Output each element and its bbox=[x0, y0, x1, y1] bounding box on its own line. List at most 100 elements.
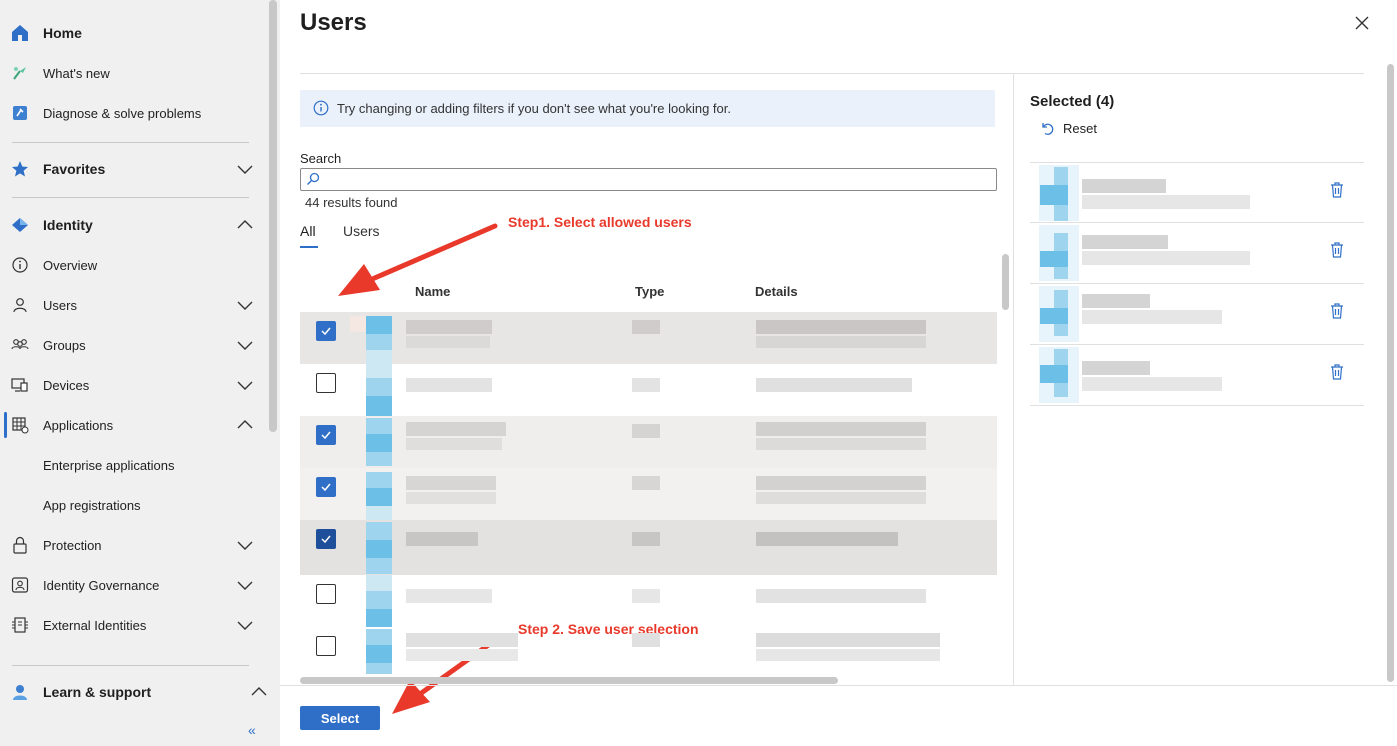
blurred-details bbox=[756, 422, 926, 436]
info-banner: Try changing or adding filters if you do… bbox=[300, 90, 995, 127]
blurred-name bbox=[406, 476, 496, 490]
devices-icon bbox=[10, 375, 30, 395]
blurred-avatar bbox=[1040, 251, 1068, 267]
footer-divider bbox=[280, 685, 1397, 686]
reset-button[interactable]: Reset bbox=[1039, 120, 1097, 136]
sidebar-item-enterprise-applications[interactable]: Enterprise applications bbox=[0, 445, 268, 485]
row-checkbox[interactable] bbox=[316, 636, 336, 656]
column-header-name[interactable]: Name bbox=[415, 284, 450, 299]
table-horizontal-scrollbar[interactable] bbox=[300, 677, 838, 684]
blurred-details bbox=[756, 438, 926, 450]
sidebar-item-identity[interactable]: Identity bbox=[0, 205, 268, 245]
blurred-avatar bbox=[366, 334, 392, 350]
blurred-avatar bbox=[1054, 205, 1068, 221]
blurred-type bbox=[632, 589, 660, 603]
column-header-type[interactable]: Type bbox=[635, 284, 664, 299]
row-checkbox[interactable] bbox=[316, 477, 336, 497]
blurred-avatar bbox=[366, 663, 392, 674]
info-text: Try changing or adding filters if you do… bbox=[337, 101, 731, 116]
panel-scrollbar[interactable] bbox=[1387, 64, 1394, 682]
row-checkbox[interactable] bbox=[316, 321, 336, 341]
blurred-avatar bbox=[1040, 185, 1068, 205]
sidebar-item-learn-support[interactable]: Learn & support bbox=[0, 672, 268, 712]
sidebar-item-protection[interactable]: Protection bbox=[0, 525, 268, 565]
blurred-name bbox=[1082, 294, 1150, 308]
blurred-details bbox=[756, 320, 926, 334]
column-header-details[interactable]: Details bbox=[755, 284, 798, 299]
sidebar-item-whats-new[interactable]: What's new bbox=[0, 53, 268, 93]
table-row[interactable] bbox=[300, 575, 997, 627]
sidebar-item-diagnose[interactable]: Diagnose & solve problems bbox=[0, 93, 268, 133]
sidebar-item-label: Favorites bbox=[43, 161, 106, 177]
close-icon[interactable] bbox=[1353, 14, 1371, 32]
undo-icon bbox=[1042, 123, 1054, 135]
row-checkbox[interactable] bbox=[316, 373, 336, 393]
table-row[interactable] bbox=[300, 520, 997, 575]
sidebar-item-label: Applications bbox=[43, 417, 114, 433]
sidebar-item-favorites[interactable]: Favorites bbox=[0, 149, 268, 189]
blurred-name bbox=[406, 320, 492, 334]
row-checkbox[interactable] bbox=[316, 529, 336, 549]
blurred-name bbox=[1082, 361, 1150, 375]
selected-count-heading: Selected (4) bbox=[1030, 93, 1115, 110]
sidebar-item-app-registrations[interactable]: App registrations bbox=[0, 485, 268, 525]
sidebar-item-home[interactable]: Home bbox=[0, 13, 268, 53]
blurred-avatar bbox=[1040, 308, 1068, 324]
governance-icon bbox=[10, 575, 30, 595]
blurred-name bbox=[406, 532, 478, 546]
table-row[interactable] bbox=[300, 416, 997, 468]
sidebar-item-identity-governance[interactable]: Identity Governance bbox=[0, 565, 268, 605]
row-checkbox[interactable] bbox=[316, 584, 336, 604]
blurred-details bbox=[756, 649, 940, 661]
sidebar-item-applications[interactable]: Applications bbox=[0, 405, 268, 445]
selected-user-item bbox=[1030, 345, 1364, 406]
blurred-name bbox=[406, 649, 518, 661]
sidebar-item-groups[interactable]: Groups bbox=[0, 325, 268, 365]
lock-icon bbox=[10, 535, 30, 555]
table-vertical-scrollbar[interactable] bbox=[1002, 254, 1009, 310]
blurred-type bbox=[632, 532, 660, 546]
sidebar-item-label: Learn & support bbox=[43, 684, 152, 700]
blurred-avatar bbox=[366, 418, 392, 434]
select-button[interactable]: Select bbox=[300, 706, 380, 730]
table-row[interactable] bbox=[300, 627, 997, 674]
table-row[interactable] bbox=[300, 468, 997, 520]
blurred-email bbox=[1082, 310, 1222, 324]
blurred-email bbox=[1082, 377, 1222, 391]
delete-icon[interactable] bbox=[1329, 302, 1345, 320]
selected-user-item bbox=[1030, 284, 1364, 345]
delete-icon[interactable] bbox=[1329, 241, 1345, 259]
blurred-email bbox=[1082, 251, 1250, 265]
blurred-details bbox=[756, 476, 926, 490]
pane-divider bbox=[1013, 74, 1014, 686]
search-input[interactable] bbox=[300, 168, 997, 191]
tab-all[interactable]: All bbox=[300, 223, 316, 239]
sidebar-item-users[interactable]: Users bbox=[0, 285, 268, 325]
chevron-up-icon bbox=[237, 420, 253, 429]
checkmark-icon bbox=[321, 431, 331, 440]
blurred-avatar bbox=[366, 488, 392, 506]
app-grid-icon bbox=[10, 415, 30, 435]
row-checkbox[interactable] bbox=[316, 425, 336, 445]
sidebar-item-label: Users bbox=[43, 297, 77, 313]
sidebar-item-overview[interactable]: Overview bbox=[0, 245, 268, 285]
sidebar-item-external-identities[interactable]: External Identities bbox=[0, 605, 268, 645]
table-row[interactable] bbox=[300, 312, 997, 364]
blurred-type bbox=[632, 320, 660, 334]
blurred-avatar bbox=[366, 364, 392, 378]
sidebar-item-devices[interactable]: Devices bbox=[0, 365, 268, 405]
selected-user-item bbox=[1030, 223, 1364, 284]
collapse-sidebar-icon[interactable]: « bbox=[248, 722, 256, 738]
blurred-name bbox=[406, 336, 490, 348]
sidebar-item-label: Identity bbox=[43, 217, 93, 233]
sidebar-scrollbar[interactable] bbox=[269, 0, 277, 432]
people-group-icon bbox=[10, 335, 30, 355]
delete-icon[interactable] bbox=[1329, 181, 1345, 199]
delete-icon[interactable] bbox=[1329, 363, 1345, 381]
table-row[interactable] bbox=[300, 364, 997, 416]
search-label: Search bbox=[300, 151, 342, 166]
blurred-avatar bbox=[1054, 233, 1068, 251]
search-icon bbox=[307, 172, 320, 185]
blurred-avatar bbox=[366, 645, 392, 663]
blurred-type bbox=[632, 633, 660, 647]
